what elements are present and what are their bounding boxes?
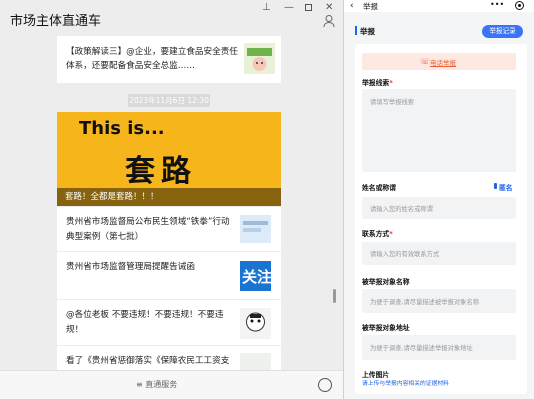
policy-card-text: 【政策解读三】@企业，要建立食品安全责任体系，还要配备食品安全总监…… — [66, 47, 238, 71]
contact-placeholder: 请输入您的有效联系方式 — [370, 251, 440, 258]
more-icon[interactable]: ••• — [490, 0, 504, 9]
phone-icon: ☏ — [420, 57, 431, 66]
maximize-icon[interactable] — [305, 4, 312, 11]
phone-report-link: 电话举报 — [430, 59, 456, 67]
policy-card[interactable]: 【政策解读三】@企业，要建立食品安全责任体系，还要配备食品安全总监…… — [57, 36, 281, 83]
close-icon[interactable]: ✕ — [325, 2, 333, 14]
chat-scrollbar[interactable] — [333, 289, 336, 303]
anonymous-toggle-icon[interactable] — [494, 183, 497, 189]
anonymous-toggle[interactable]: 匿名 — [499, 182, 513, 192]
clue-label: 举报线索* — [362, 79, 393, 87]
phone-report-button[interactable]: ☏ 电话举报 — [362, 53, 516, 70]
list-item-thumbnail — [240, 308, 271, 339]
report-header: ‹ 举报 ••• — [344, 0, 534, 12]
section-marker — [355, 26, 357, 35]
name-placeholder: 请输入您的姓名或称谓 — [370, 206, 433, 213]
list-item-thumbnail — [240, 215, 271, 243]
banner-caption: 套路！全都是套路！！！ — [57, 188, 281, 206]
list-item[interactable]: 看了《贵州省惩御落实《保障农民工工资支 — [57, 345, 281, 373]
chat-titlebar: 市场主体直通车 ⊥ — ✕ — [0, 0, 343, 34]
contact-input[interactable]: 请输入您的有效联系方式 — [362, 242, 516, 265]
chat-bottom-bar: ≡ 直通服务 — [0, 370, 343, 399]
list-item-title: 贵州省市场监督管理局提醒告诫函 — [66, 262, 195, 272]
app-title: 市场主体直通车 — [10, 14, 102, 29]
target-name-placeholder: 为便于调查,请尽量描述被举报对象名称 — [370, 299, 480, 306]
list-item-title: @各位老板 不要违规！不要违规！不要违规！ — [66, 310, 224, 335]
banner-headline: This is... — [79, 118, 165, 139]
target-name-label: 被举报对象名称 — [362, 278, 410, 286]
clue-placeholder: 请填写举报线索 — [370, 99, 415, 106]
target-address-label: 被举报对象地址 — [362, 324, 410, 332]
banner-big-text: 套路 — [125, 154, 197, 189]
list-item-title: 贵州省市场监督局公布民生领域“铁拳”行动典型案例（第七批） — [66, 217, 230, 242]
service-menu[interactable]: ≡ 直通服务 — [136, 379, 177, 390]
list-item[interactable]: @各位老板 不要违规！不要违规！不要违规！ — [57, 299, 281, 345]
close-miniprogram-icon[interactable] — [515, 1, 524, 10]
pin-icon[interactable]: ⊥ — [262, 2, 271, 14]
emoji-icon[interactable] — [318, 378, 332, 392]
report-records-button[interactable]: 举报记录 — [482, 25, 523, 38]
policy-thumbnail — [244, 43, 275, 74]
contact-label: 联系方式* — [362, 230, 393, 238]
name-input[interactable]: 请输入您的姓名或称谓 — [362, 197, 516, 219]
target-name-input[interactable]: 为便于调查,请尽量描述被举报对象名称 — [362, 289, 516, 313]
section-title: 举报 — [360, 27, 375, 36]
report-panel: ‹ 举报 ••• 举报 举报记录 ☏ 电话举报 举报线索* 请填写举报线索 姓名… — [343, 0, 534, 399]
report-header-title: 举报 — [363, 2, 378, 11]
back-icon[interactable]: ‹ — [350, 0, 354, 12]
name-label: 姓名或称谓 — [362, 184, 396, 192]
svg-text:关注: 关注 — [242, 268, 271, 286]
article-banner[interactable]: This is... 套路 套路！全都是套路！！！ — [57, 112, 281, 206]
list-item-title: 看了《贵州省惩御落实《保障农民工工资支 — [66, 356, 230, 366]
message-timestamp: 2023年11月6日 12:30 — [128, 94, 210, 107]
profile-icon[interactable] — [323, 14, 335, 28]
list-item-thumbnail: 关注 — [240, 261, 271, 291]
minimize-icon[interactable]: — — [284, 2, 294, 14]
clue-textarea[interactable]: 请填写举报线索 — [362, 89, 516, 172]
upload-note: 请上传与举报内容相关的证据材料 — [362, 381, 449, 387]
chat-panel: 市场主体直通车 ⊥ — ✕ 【政策解读三】@企业，要建立食品安全责任体系，还要配… — [0, 0, 343, 399]
list-item[interactable]: 贵州省市场监督局公布民生领域“铁拳”行动典型案例（第七批） — [57, 206, 281, 251]
article-card[interactable]: This is... 套路 套路！全都是套路！！！ 贵州省市场监督局公布民生领域… — [57, 112, 281, 373]
target-address-placeholder: 为便于调查,请尽量描述举报对象地址 — [370, 345, 473, 352]
list-item[interactable]: 贵州省市场监督管理局提醒告诫函 关注 — [57, 251, 281, 299]
target-address-input[interactable]: 为便于调查,请尽量描述举报对象地址 — [362, 335, 516, 360]
